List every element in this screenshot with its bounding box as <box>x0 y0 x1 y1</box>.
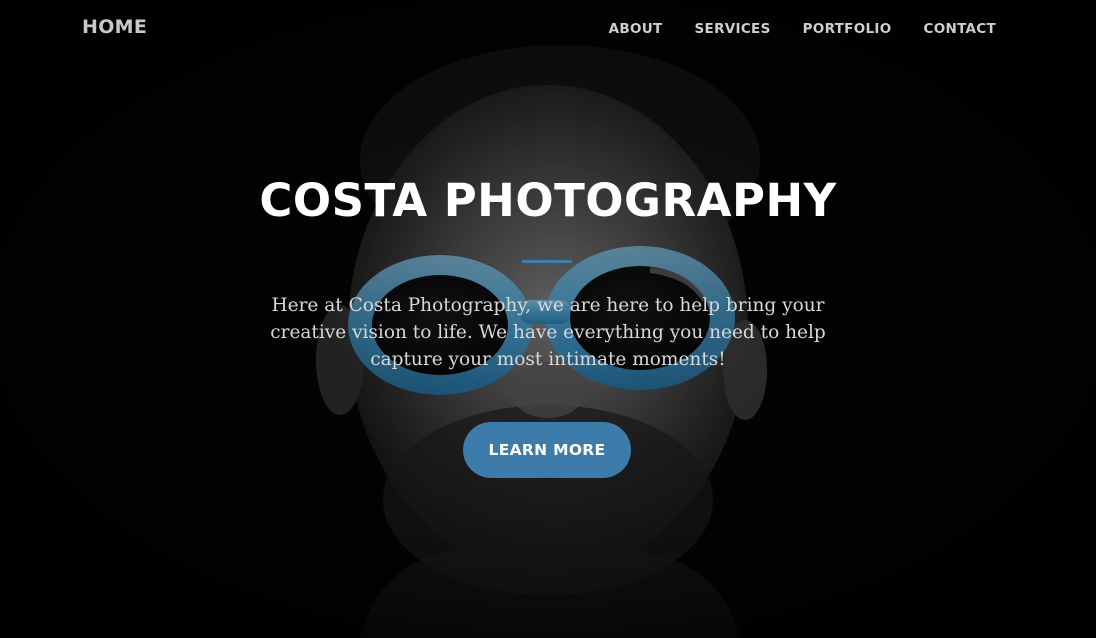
hero-section: HOME ABOUT SERVICES PORTFOLIO CONTACT CO… <box>0 0 1096 638</box>
hero-title: COSTA PHOTOGRAPHY <box>259 174 837 227</box>
nav-item-portfolio: PORTFOLIO <box>803 20 892 38</box>
title-divider <box>522 260 572 263</box>
services-link[interactable]: SERVICES <box>695 21 771 37</box>
hero-description: Here at Costa Photography, we are here t… <box>270 295 826 370</box>
nav-item-contact: CONTACT <box>923 20 996 38</box>
nav-item-services: SERVICES <box>695 20 771 38</box>
navbar: HOME ABOUT SERVICES PORTFOLIO CONTACT <box>0 0 1096 58</box>
nav-links: ABOUT SERVICES PORTFOLIO CONTACT <box>609 20 996 38</box>
home-link[interactable]: HOME <box>82 16 147 38</box>
about-link[interactable]: ABOUT <box>609 21 663 37</box>
contact-link[interactable]: CONTACT <box>923 21 996 37</box>
learn-more-button[interactable]: LEARN MORE <box>463 422 631 478</box>
portfolio-link[interactable]: PORTFOLIO <box>803 21 892 37</box>
nav-item-about: ABOUT <box>609 20 663 38</box>
